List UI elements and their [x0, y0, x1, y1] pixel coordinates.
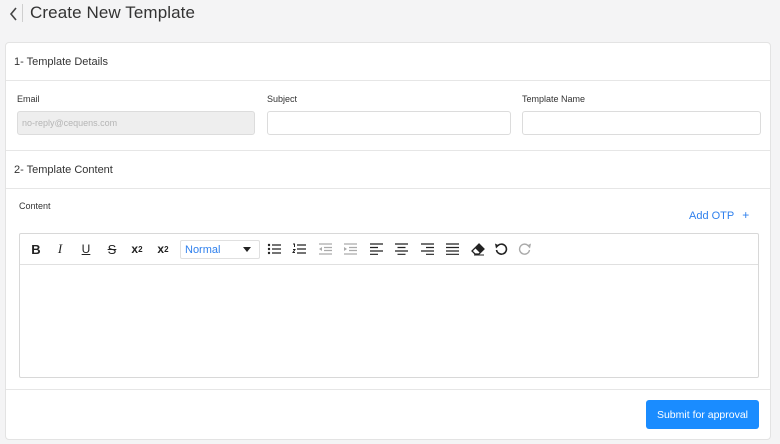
superscript-mark: 2 [138, 244, 143, 254]
add-otp-label: Add OTP [689, 210, 735, 222]
subscript-icon[interactable]: x2 [154, 241, 172, 257]
bold-icon[interactable]: B [27, 241, 45, 257]
caret-down-icon [243, 247, 251, 252]
email-field[interactable] [17, 111, 255, 135]
strike-icon[interactable]: S [103, 241, 121, 257]
editor-toolbar: B I U S x2 x2 Normal [20, 234, 758, 265]
add-otp-button[interactable]: Add OTP + [689, 208, 749, 222]
section-divider [6, 150, 770, 151]
email-label: Email [17, 94, 40, 104]
plus-icon: + [742, 208, 750, 222]
header-divider [22, 4, 23, 22]
subscript-base: x [157, 242, 165, 256]
format-select[interactable]: Normal [180, 240, 260, 259]
align-right-icon[interactable] [418, 241, 436, 257]
section-title-content: 2- Template Content [14, 164, 113, 176]
redo-icon[interactable] [516, 241, 534, 257]
format-select-value: Normal [185, 244, 221, 256]
page-title: Create New Template [30, 3, 196, 22]
subscript-mark: 2 [164, 244, 169, 254]
ordered-list-icon[interactable] [290, 241, 308, 257]
editor-content-area[interactable] [20, 265, 758, 377]
section-divider [6, 80, 770, 81]
page-header: Create New Template [0, 0, 780, 30]
rich-text-editor: B I U S x2 x2 Normal [19, 233, 759, 378]
superscript-icon[interactable]: x2 [128, 241, 146, 257]
template-name-field[interactable] [522, 111, 761, 135]
content-label: Content [19, 201, 51, 211]
align-justify-icon[interactable] [443, 241, 461, 257]
section-title-details: 1- Template Details [14, 56, 108, 68]
chevron-left-icon[interactable] [6, 5, 22, 23]
indent-icon[interactable] [341, 241, 359, 257]
footer-divider [6, 389, 770, 390]
template-form-card: 1- Template Details Email Subject Templa… [5, 42, 771, 440]
section-divider [6, 188, 770, 189]
subject-label: Subject [267, 94, 298, 104]
submit-for-approval-button[interactable]: Submit for approval [646, 400, 759, 429]
superscript-base: x [131, 242, 139, 256]
italic-icon[interactable]: I [51, 241, 69, 257]
undo-icon[interactable] [492, 241, 510, 257]
clear-format-icon[interactable] [469, 241, 487, 257]
bullet-list-icon[interactable] [265, 241, 283, 257]
align-left-icon[interactable] [367, 241, 385, 257]
template-name-label: Template Name [522, 94, 586, 104]
underline-icon[interactable]: U [77, 241, 95, 257]
outdent-icon[interactable] [316, 241, 334, 257]
align-center-icon[interactable] [392, 241, 410, 257]
subject-field[interactable] [267, 111, 511, 135]
